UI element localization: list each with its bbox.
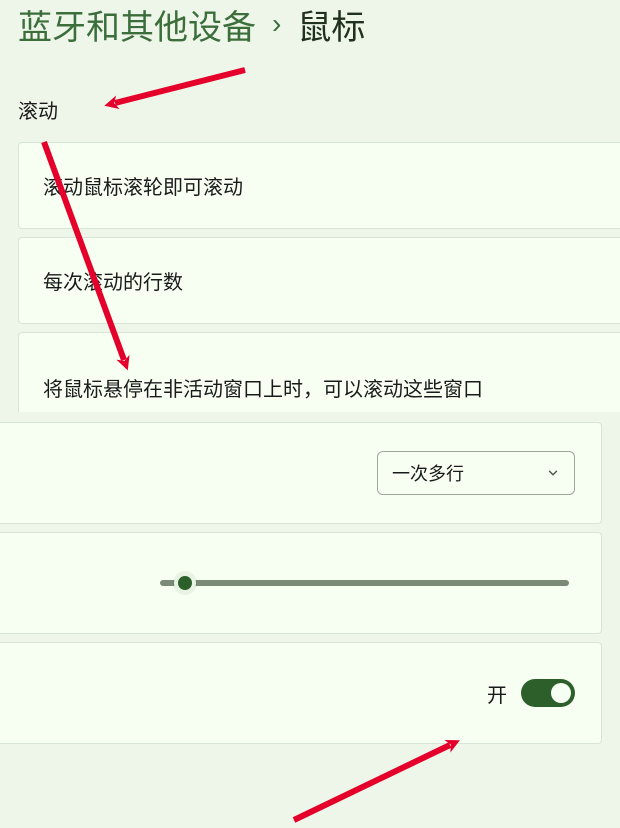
hover-scroll-toggle[interactable]: [521, 679, 575, 707]
setting-row-toggle: 开: [0, 642, 602, 744]
setting-label: 将鼠标悬停在非活动窗口上时，可以滚动这些窗口: [43, 379, 483, 401]
scroll-mode-dropdown[interactable]: 一次多行: [377, 451, 575, 495]
toggle-knob: [551, 683, 571, 703]
setting-row-lines-per-scroll[interactable]: 每次滚动的行数: [18, 237, 620, 324]
setting-label: 每次滚动的行数: [43, 272, 183, 294]
setting-label: 滚动鼠标滚轮即可滚动: [43, 177, 243, 199]
top-settings-panel: 蓝牙和其他设备 › 鼠标 滚动 滚动鼠标滚轮即可滚动 每次滚动的行数 将鼠标悬停…: [0, 0, 620, 412]
settings-card-stack: 滚动鼠标滚轮即可滚动 每次滚动的行数 将鼠标悬停在非活动窗口上时，可以滚动这些窗…: [0, 142, 620, 415]
chevron-right-icon: ›: [272, 8, 281, 42]
lines-slider[interactable]: [160, 580, 569, 586]
breadcrumb-parent[interactable]: 蓝牙和其他设备: [18, 0, 256, 49]
breadcrumb-current: 鼠标: [297, 0, 365, 49]
setting-row-hover-inactive[interactable]: 将鼠标悬停在非活动窗口上时，可以滚动这些窗口: [18, 332, 620, 415]
section-label-scroll: 滚动: [0, 53, 620, 142]
toggle-label: 开: [487, 679, 507, 708]
slider-thumb[interactable]: [174, 572, 196, 594]
setting-row-slider: [0, 532, 602, 634]
bottom-settings-panel: 一次多行 开: [0, 412, 620, 828]
chevron-down-icon: [546, 466, 560, 480]
setting-row-dropdown: 一次多行: [0, 422, 602, 524]
setting-row-scroll-wheel[interactable]: 滚动鼠标滚轮即可滚动: [18, 142, 620, 229]
dropdown-value: 一次多行: [392, 460, 464, 486]
toggle-wrap: 开: [487, 679, 575, 708]
breadcrumb: 蓝牙和其他设备 › 鼠标: [0, 0, 620, 53]
